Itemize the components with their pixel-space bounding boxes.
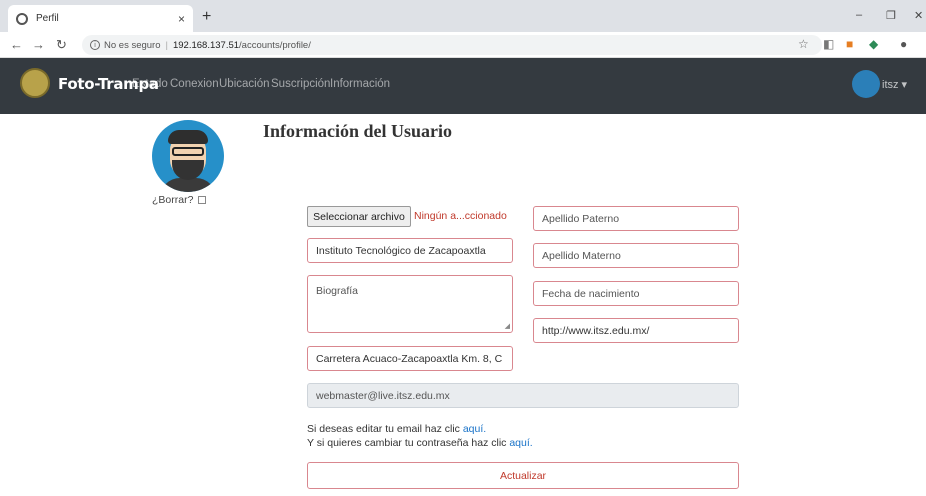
nav-link-ubicacion[interactable]: Ubicación — [219, 78, 270, 90]
institution-field[interactable]: Instituto Tecnológico de Zacapoaxtla — [307, 238, 513, 263]
nav-link-informacion[interactable]: Información — [330, 78, 390, 90]
back-arrow-icon[interactable]: ← — [10, 37, 23, 52]
extension-icon[interactable]: ◧ — [823, 37, 834, 51]
password-help-text: Y si quieres cambiar tu contraseña haz c… — [307, 437, 507, 449]
delete-checkbox[interactable] — [198, 196, 207, 205]
profile-icon[interactable]: ● — [900, 37, 907, 51]
url-input[interactable]: i No es seguro | 192.168.137.51/accounts… — [82, 35, 822, 55]
file-status: Ningún a...ccionado — [414, 210, 507, 222]
biography-field[interactable]: Biografía ◢ — [307, 275, 513, 333]
change-password-link[interactable]: aquí. — [509, 437, 532, 449]
email-field: webmaster@live.itsz.edu.mx — [307, 383, 739, 408]
address-bar-row: ← → ↻ i No es seguro | 192.168.137.51/ac… — [0, 32, 926, 58]
close-window-button[interactable]: ✕ — [914, 9, 923, 22]
extension-orange-icon[interactable]: ■ — [846, 37, 853, 51]
avatar-glasses — [172, 147, 204, 156]
maximize-button[interactable]: ❐ — [886, 9, 896, 22]
forward-arrow-icon[interactable]: → — [32, 37, 45, 52]
user-avatar[interactable] — [852, 70, 880, 98]
tab-title: Perfil — [36, 13, 59, 24]
url-host: 192.168.137.51 — [172, 39, 240, 51]
page-title: Información del Usuario — [263, 121, 452, 141]
globe-icon — [16, 12, 28, 25]
delete-avatar-control: ¿Borrar? — [152, 194, 207, 206]
nav-link-suscripcion[interactable]: Suscripción — [271, 78, 330, 90]
address-field[interactable]: Carretera Acuaco-Zacapoaxtla Km. 8, C — [307, 346, 513, 371]
update-button[interactable]: Actualizar — [307, 462, 739, 489]
minimize-button[interactable]: – — [856, 9, 862, 21]
reload-icon[interactable]: ↻ — [56, 37, 67, 53]
avatar-body — [160, 178, 216, 192]
edit-email-link[interactable]: aquí. — [463, 423, 486, 435]
choose-file-button[interactable]: Seleccionar archivo — [307, 206, 411, 227]
apellido-materno-field[interactable]: Apellido Materno — [533, 243, 739, 268]
resize-grip-icon[interactable]: ◢ — [505, 322, 510, 330]
url-path: /accounts/profile/ — [239, 39, 311, 51]
nav-link-estado[interactable]: Estado — [132, 78, 168, 90]
browser-tab-bar: Perfil × + – ❐ ✕ — [0, 0, 926, 32]
avatar-beard — [172, 160, 204, 180]
info-icon[interactable]: i — [90, 40, 100, 50]
browser-tab[interactable]: Perfil × — [8, 5, 193, 32]
profile-avatar — [152, 120, 224, 192]
url-separator: | — [165, 39, 168, 51]
tab-close-icon[interactable]: × — [178, 12, 185, 26]
birthdate-field[interactable]: Fecha de nacimiento — [533, 281, 739, 306]
user-menu-toggle[interactable]: itsz ▾ — [882, 78, 907, 91]
password-help: Y si quieres cambiar tu contraseña haz c… — [307, 437, 533, 449]
new-tab-button[interactable]: + — [202, 8, 211, 26]
avatar-hair — [168, 130, 208, 144]
nav-link-conexion[interactable]: Conexion — [170, 78, 219, 90]
biography-placeholder: Biografía — [316, 285, 359, 297]
website-field[interactable]: http://www.itsz.edu.mx/ — [533, 318, 739, 343]
security-label: No es seguro — [104, 39, 161, 51]
brand-logo-icon[interactable] — [20, 68, 50, 98]
email-help-text: Si deseas editar tu email haz clic — [307, 423, 460, 435]
extension-green-icon[interactable]: ◆ — [869, 37, 878, 51]
email-help: Si deseas editar tu email haz clic aquí. — [307, 423, 486, 435]
site-navbar: Foto-Trampa Estado Conexion Ubicación Su… — [0, 58, 926, 114]
apellido-paterno-field[interactable]: Apellido Paterno — [533, 206, 739, 231]
bookmark-star-icon[interactable]: ☆ — [798, 37, 809, 51]
delete-label: ¿Borrar? — [152, 194, 194, 206]
